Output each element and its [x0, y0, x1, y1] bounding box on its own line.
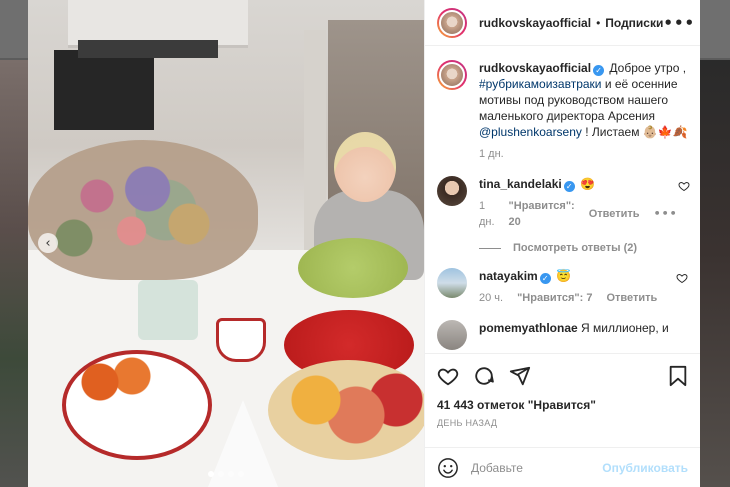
comment-text: Я миллионер, и	[577, 321, 669, 335]
comment-bubble-icon[interactable]	[473, 365, 495, 387]
post-actions: 41 443 отметок "Нравится" ДЕНЬ НАЗАД	[425, 353, 700, 447]
photo-tv	[54, 50, 154, 130]
comment-item: pomemyathlonae Я миллионер, и	[437, 320, 688, 350]
carousel-dot	[208, 471, 214, 477]
reply-button[interactable]: Ответить	[606, 290, 657, 306]
comment-username[interactable]: tina_kandelaki	[479, 177, 562, 191]
like-heart-icon[interactable]	[437, 365, 459, 387]
comment-input[interactable]: Добавьте	[471, 461, 602, 475]
likes-count[interactable]: 41 443 отметок "Нравится"	[437, 398, 688, 412]
comments-list[interactable]: rudkovskayaofficial ✓ Доброе утро , #рубр…	[425, 46, 700, 353]
header-separator: •	[596, 15, 601, 30]
carousel-dot	[228, 471, 234, 477]
replies-divider	[479, 247, 501, 249]
comment-text: 😍	[576, 177, 595, 191]
post-modal: ‹ rudkovskayaofficial • Подписки ••• rud…	[28, 0, 700, 487]
photo-range-hood	[78, 40, 218, 58]
post-side-panel: rudkovskayaofficial • Подписки ••• rudko…	[424, 0, 700, 487]
hashtag-link[interactable]: #рубрикамоизавтраки	[479, 77, 602, 91]
photo-fruit	[268, 360, 424, 460]
save-bookmark-icon[interactable]	[668, 365, 688, 387]
comment-text: 😇	[552, 269, 571, 283]
photo-orange-slices	[76, 352, 156, 412]
photo-grapes	[298, 238, 408, 298]
caption-text: ! Листаем 👶🏼🍁🍂	[581, 125, 688, 139]
more-options-icon[interactable]: •••	[663, 14, 695, 32]
background-right-edge	[700, 60, 730, 487]
comment-username[interactable]: natayakim	[479, 269, 538, 283]
verified-badge-icon: ✓	[563, 181, 575, 192]
commenter-avatar[interactable]	[437, 176, 467, 206]
share-paper-plane-icon[interactable]	[509, 365, 531, 387]
mention-link[interactable]: @plushenkoarseny	[479, 125, 582, 139]
photo-baby-head	[334, 132, 396, 202]
photo-flower-bouquet	[28, 140, 258, 280]
author-username[interactable]: rudkovskayaofficial	[479, 16, 591, 30]
background-left-edge	[0, 60, 28, 487]
reply-button[interactable]: Ответить	[589, 206, 640, 222]
post-header: rudkovskayaofficial • Подписки •••	[425, 0, 700, 46]
comment-time[interactable]: 20 ч.	[479, 290, 503, 306]
view-replies-button[interactable]: Посмотреть ответы (2)	[479, 242, 688, 254]
prev-slide-button[interactable]: ‹	[38, 233, 58, 253]
following-button[interactable]: Подписки	[605, 16, 663, 30]
comment-item: tina_kandelaki ✓ 😍 1 дн. "Нравится": 20 О…	[437, 176, 690, 230]
carousel-dot	[238, 471, 244, 477]
caption-time[interactable]: 1 дн.	[479, 146, 504, 162]
comment-item: natayakim ✓ 😇 20 ч. "Нравится": 7 Ответит…	[437, 268, 688, 306]
commenter-avatar[interactable]	[437, 268, 467, 298]
verified-badge-icon: ✓	[539, 273, 551, 284]
comment-username[interactable]: pomemyathlonae	[479, 321, 578, 335]
photo-vase	[138, 280, 198, 340]
carousel-dots	[28, 471, 424, 477]
verified-badge-icon: ✓	[593, 65, 605, 76]
view-replies-label: Посмотреть ответы (2)	[513, 242, 638, 254]
comment-options-icon[interactable]: •••	[654, 206, 678, 222]
photo-tea-cup	[216, 318, 266, 362]
comment-likes[interactable]: "Нравится": 20	[509, 198, 575, 230]
post-comment-button[interactable]: Опубликовать	[602, 461, 688, 475]
post-time[interactable]: ДЕНЬ НАЗАД	[437, 418, 688, 428]
commenter-avatar[interactable]	[437, 320, 467, 350]
comment-like-heart-icon[interactable]	[676, 272, 688, 284]
comment-time[interactable]: 1 дн.	[479, 198, 495, 230]
add-comment-bar: Добавьте Опубликовать	[425, 447, 700, 487]
emoji-smiley-icon[interactable]	[437, 457, 459, 479]
comment-like-heart-icon[interactable]	[678, 180, 690, 192]
post-photo[interactable]: ‹	[28, 0, 424, 487]
carousel-dot	[218, 471, 224, 477]
caption: rudkovskayaofficial ✓ Доброе утро , #рубр…	[437, 60, 688, 162]
author-avatar[interactable]	[437, 60, 467, 90]
caption-text: Доброе утро ,	[606, 61, 687, 75]
comment-likes[interactable]: "Нравится": 7	[517, 290, 592, 306]
caption-username[interactable]: rudkovskayaofficial	[479, 61, 591, 75]
author-avatar[interactable]	[437, 7, 467, 38]
chevron-left-icon: ‹	[45, 235, 51, 251]
